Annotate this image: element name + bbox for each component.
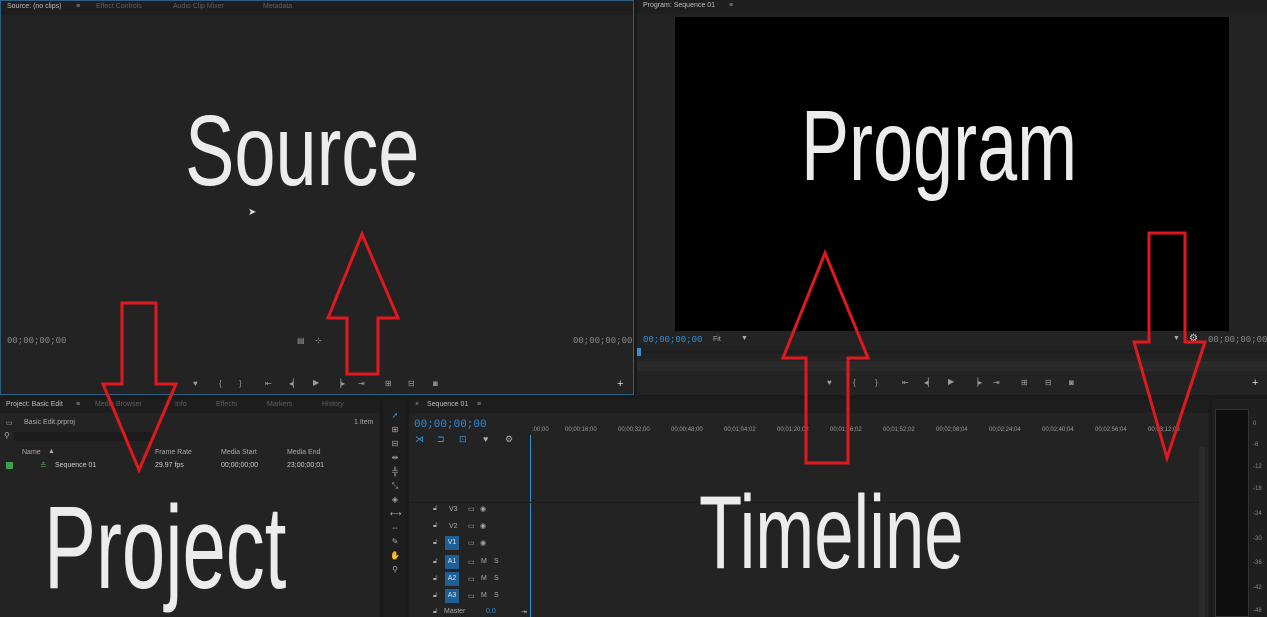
arrow-down-icon [1132,231,1208,464]
arrow-down-icon [100,301,179,474]
annotation-arrows [100,230,1208,474]
arrow-up-icon [780,249,871,465]
arrow-up-icon [325,230,401,376]
